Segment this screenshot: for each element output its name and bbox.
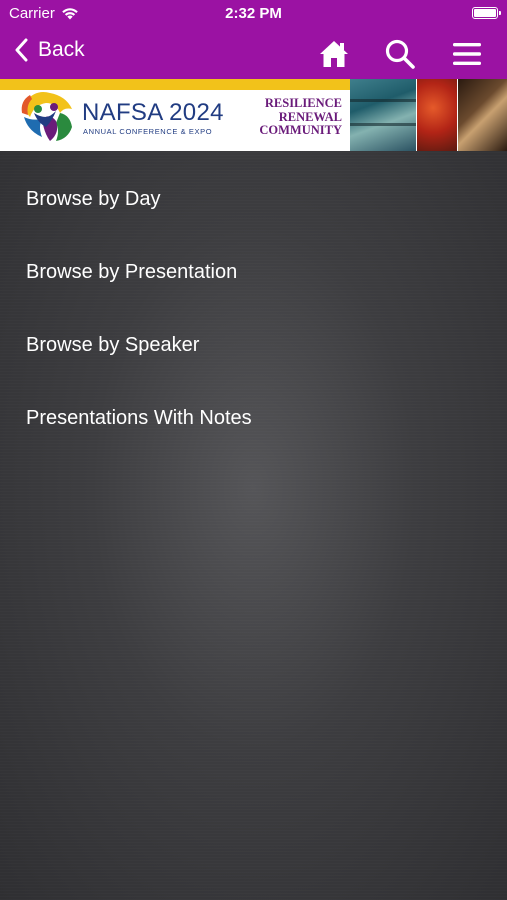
menu-item-browse-by-day[interactable]: Browse by Day — [0, 163, 507, 236]
hamburger-menu-icon[interactable] — [451, 38, 483, 70]
menu-item-presentations-with-notes[interactable]: Presentations With Notes — [0, 382, 507, 455]
banner-photo-crawfish — [417, 79, 457, 151]
nafsa-logo — [21, 92, 72, 141]
menu-item-label: Presentations With Notes — [26, 407, 252, 429]
menu-item-label: Browse by Day — [26, 188, 161, 210]
conference-banner: NAFSA 2024 ANNUAL CONFERENCE & EXPO RESI… — [0, 79, 507, 151]
tagline-1: RESILIENCE — [264, 96, 342, 110]
back-label: Back — [38, 38, 85, 61]
menu-item-browse-by-speaker[interactable]: Browse by Speaker — [0, 309, 507, 382]
menu-item-browse-by-presentation[interactable]: Browse by Presentation — [0, 236, 507, 309]
main-content: Browse by Day Browse by Presentation Bro… — [0, 151, 507, 900]
navigation-bar: Back — [0, 28, 507, 79]
banner-photo-balcony — [350, 79, 416, 151]
browse-menu: Browse by Day Browse by Presentation Bro… — [0, 151, 507, 455]
menu-item-label: Browse by Presentation — [26, 261, 238, 283]
brand-subtitle: ANNUAL CONFERENCE & EXPO — [83, 127, 213, 136]
menu-item-label: Browse by Speaker — [26, 334, 200, 356]
search-icon[interactable] — [384, 38, 416, 70]
status-time: 2:32 PM — [225, 5, 282, 22]
status-bar: Carrier 2:32 PM — [0, 0, 507, 28]
tagline-2: RENEWAL — [278, 109, 342, 124]
chevron-left-icon — [15, 38, 28, 62]
battery-icon — [472, 7, 501, 19]
banner-taglines: RESILIENCE RENEWAL COMMUNITY — [259, 96, 342, 138]
brand-name: NAFSA 2024 — [82, 99, 224, 126]
home-icon[interactable] — [318, 38, 350, 70]
back-button[interactable]: Back — [14, 38, 85, 62]
tagline-3: COMMUNITY — [259, 123, 342, 137]
banner-photo-trumpet — [458, 79, 507, 151]
